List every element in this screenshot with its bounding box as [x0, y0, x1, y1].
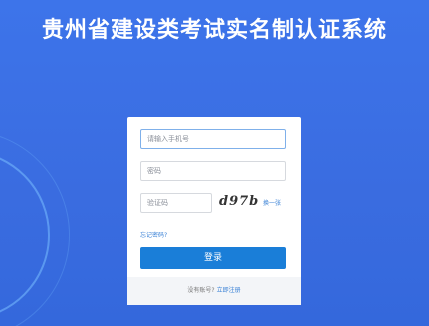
- captcha-input[interactable]: 验证码: [140, 193, 212, 213]
- login-button[interactable]: 登录: [140, 247, 286, 269]
- register-footer: 没有账号? 立即注册: [127, 277, 301, 305]
- captcha-refresh-link[interactable]: 换一张: [263, 198, 281, 207]
- page-title: 贵州省建设类考试实名制认证系统: [41, 18, 387, 43]
- password-input[interactable]: 密码: [140, 161, 286, 181]
- phone-input[interactable]: 请输入手机号: [140, 129, 286, 149]
- forgot-password-link[interactable]: 忘记密码?: [140, 230, 167, 239]
- captcha-image[interactable]: d97b: [219, 193, 259, 211]
- no-account-text: 没有账号?: [187, 287, 215, 294]
- login-card: 请输入手机号 密码 验证码 d97b 换一张 忘记密码? 登录 没有账号? 立即注…: [127, 117, 301, 305]
- register-link[interactable]: 立即注册: [217, 287, 241, 294]
